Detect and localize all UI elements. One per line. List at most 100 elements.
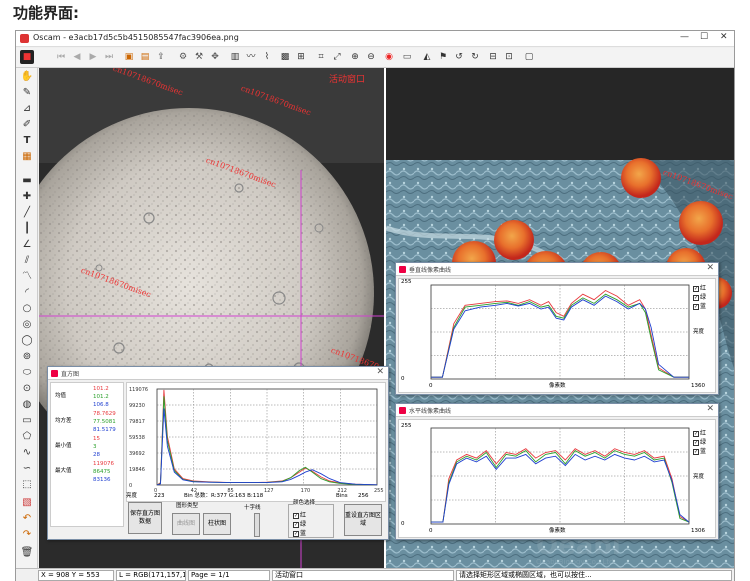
close-button[interactable]: ✕ — [720, 32, 728, 42]
ruler-icon[interactable]: ▬ — [20, 174, 34, 188]
undo-icon[interactable]: ↶ — [20, 512, 34, 526]
vertical-line-icon[interactable]: ┃ — [20, 222, 34, 236]
freehand-icon[interactable]: ∿ — [20, 446, 34, 460]
edit-image-icon[interactable]: ⊿ — [20, 102, 34, 116]
three-point-circle-icon[interactable]: ◯ — [20, 334, 34, 348]
monitor-icon[interactable]: ▭ — [400, 50, 414, 64]
mean-label: 均值 — [55, 393, 67, 399]
vprof-blue-checkbox[interactable]: ✓ 蓝 — [693, 301, 706, 310]
next-page-icon[interactable]: ▶ — [86, 50, 100, 64]
dual-window-icon[interactable]: ⊡ — [502, 50, 516, 64]
vertical-profile-titlebar[interactable]: 垂直线像素曲线 ✕ — [396, 263, 718, 276]
histogram-dialog[interactable]: 直方图 ✕ 均值 101.2 101.2 106.8 均方差 78.7629 7… — [47, 366, 389, 540]
bar-chart-button[interactable]: 柱状图 — [203, 513, 231, 535]
text-icon[interactable]: T — [20, 134, 34, 148]
split-window-icon[interactable]: ⊟ — [486, 50, 500, 64]
vprof-blue-checkbox-box[interactable]: ✓ — [693, 303, 699, 310]
open-folder-icon[interactable]: ▤ — [138, 50, 152, 64]
hprof-blue-checkbox[interactable]: ✓ 蓝 — [693, 446, 706, 455]
target-icon[interactable]: ◉ — [382, 50, 396, 64]
hprof-red-checkbox-box[interactable]: ✓ — [693, 430, 699, 437]
arc-icon[interactable]: ◜ — [20, 286, 34, 300]
polygon-icon[interactable]: ⬠ — [20, 430, 34, 444]
stddev-blue: 81.5179 — [93, 427, 116, 433]
vertical-profile-close-button[interactable]: ✕ — [706, 263, 714, 273]
zoom-in-icon[interactable]: ⊕ — [348, 50, 362, 64]
last-page-icon[interactable]: ⏭ — [102, 50, 116, 64]
circle-icon[interactable]: ○ — [20, 302, 34, 316]
concentric-icon[interactable]: ⊚ — [20, 350, 34, 364]
crosshair-icon[interactable]: ✚ — [20, 190, 34, 204]
vprof-green-checkbox[interactable]: ✓ 绿 — [693, 292, 706, 301]
bookmark-icon[interactable]: ⚑ — [436, 50, 450, 64]
point-icon[interactable]: ⊙ — [20, 382, 34, 396]
histogram-icon[interactable]: ▥ — [228, 50, 242, 64]
copy-icon[interactable]: ▦ — [20, 150, 34, 164]
rotate-left-icon[interactable]: ↺ — [452, 50, 466, 64]
horizontal-profile-titlebar[interactable]: 水平线像素曲线 ✕ — [396, 404, 718, 417]
gear-icon[interactable]: ⚙ — [176, 50, 190, 64]
save-histogram-button[interactable]: 保存直方图数据 — [128, 502, 162, 534]
brush-icon[interactable]: ✐ — [20, 118, 34, 132]
crop-icon[interactable]: ⌗ — [314, 50, 328, 64]
circle-center-icon[interactable]: ◎ — [20, 318, 34, 332]
profile-icon[interactable]: 〰 — [244, 50, 258, 64]
calibrate-icon[interactable]: ✥ — [208, 50, 222, 64]
blue-checkbox-box[interactable]: ✓ — [293, 530, 299, 537]
export-icon[interactable]: ⇪ — [154, 50, 168, 64]
hprof-blue-checkbox-box[interactable]: ✓ — [693, 448, 699, 455]
horizontal-profile-dialog[interactable]: 水平线像素曲线 ✕ 255 0 0 1306 像素数 亮度 ✓ 红 ✓ 绿 ✓ 蓝 — [395, 403, 719, 540]
red-checkbox[interactable]: ✓ 红 — [293, 510, 306, 519]
vprof-x-label: 像素数 — [549, 383, 566, 389]
ring-icon[interactable]: ◍ — [20, 398, 34, 412]
red-checkbox-box[interactable]: ✓ — [293, 512, 299, 519]
maximize-button[interactable]: ☐ — [700, 32, 708, 42]
reset-histogram-area-button[interactable]: 重设直方图区域 — [344, 504, 382, 536]
fit-icon[interactable]: ⤢ — [330, 50, 344, 64]
curve-chart-button[interactable]: 曲线图 — [172, 513, 200, 535]
first-page-icon[interactable]: ⏮ — [54, 50, 68, 64]
settings-icon[interactable]: ⚒ — [192, 50, 206, 64]
zoom-out-icon[interactable]: ⊖ — [364, 50, 378, 64]
histogram-titlebar[interactable]: 直方图 ✕ — [48, 367, 388, 380]
line-icon[interactable]: ╱ — [20, 206, 34, 220]
angle-icon[interactable]: ∠ — [20, 238, 34, 252]
pattern-icon[interactable]: ▩ — [278, 50, 292, 64]
rectangle-icon[interactable]: ▭ — [20, 414, 34, 428]
delete-icon[interactable]: 🗑 — [20, 546, 34, 560]
hprof-green-checkbox-box[interactable]: ✓ — [693, 439, 699, 446]
rotate-right-icon[interactable]: ↻ — [468, 50, 482, 64]
histogram-close-button[interactable]: ✕ — [376, 367, 384, 377]
save-icon[interactable]: ▣ — [122, 50, 136, 64]
vprof-x-min: 0 — [429, 383, 433, 389]
crosshair-slider[interactable] — [254, 513, 260, 537]
vertical-profile-dialog-icon — [399, 266, 406, 273]
vertical-profile-dialog[interactable]: 垂直线像素曲线 ✕ 255 0 0 1360 像素数 亮度 ✓ 红 ✓ 绿 ✓ 蓝 — [395, 262, 719, 395]
triangle-icon[interactable]: ◭ — [420, 50, 434, 64]
curve-icon[interactable]: ⌇ — [260, 50, 274, 64]
green-checkbox-box[interactable]: ✓ — [293, 521, 299, 528]
redo-icon[interactable]: ↷ — [20, 528, 34, 542]
horizontal-profile-close-button[interactable]: ✕ — [706, 404, 714, 414]
histogram-y-tick: 39692 — [129, 451, 145, 457]
select-icon[interactable]: ⬚ — [20, 478, 34, 492]
vprof-red-checkbox-box[interactable]: ✓ — [693, 285, 699, 292]
vprof-red-checkbox[interactable]: ✓ 红 — [693, 283, 706, 292]
green-checkbox[interactable]: ✓ 绿 — [293, 519, 306, 528]
vprof-green-checkbox-box[interactable]: ✓ — [693, 294, 699, 301]
hprof-red-checkbox[interactable]: ✓ 红 — [693, 428, 706, 437]
hand-icon[interactable]: ✋ — [20, 70, 34, 84]
curve-tool-icon[interactable]: ∽ — [20, 462, 34, 476]
polyline-icon[interactable]: 〽 — [20, 270, 34, 284]
status-mode: 活动窗口 — [272, 570, 454, 581]
parallel-icon[interactable]: ⫽ — [20, 254, 34, 268]
minimize-button[interactable]: — — [680, 32, 689, 42]
prev-page-icon[interactable]: ◀ — [70, 50, 84, 64]
window-icon[interactable]: ▢ — [522, 50, 536, 64]
ellipse-icon[interactable]: ⬭ — [20, 366, 34, 380]
blue-checkbox[interactable]: ✓ 蓝 — [293, 528, 306, 537]
hprof-green-checkbox[interactable]: ✓ 绿 — [693, 437, 706, 446]
pencil-icon[interactable]: ✎ — [20, 86, 34, 100]
grid-icon[interactable]: ⊞ — [294, 50, 308, 64]
palette-icon[interactable]: ▧ — [20, 496, 34, 510]
